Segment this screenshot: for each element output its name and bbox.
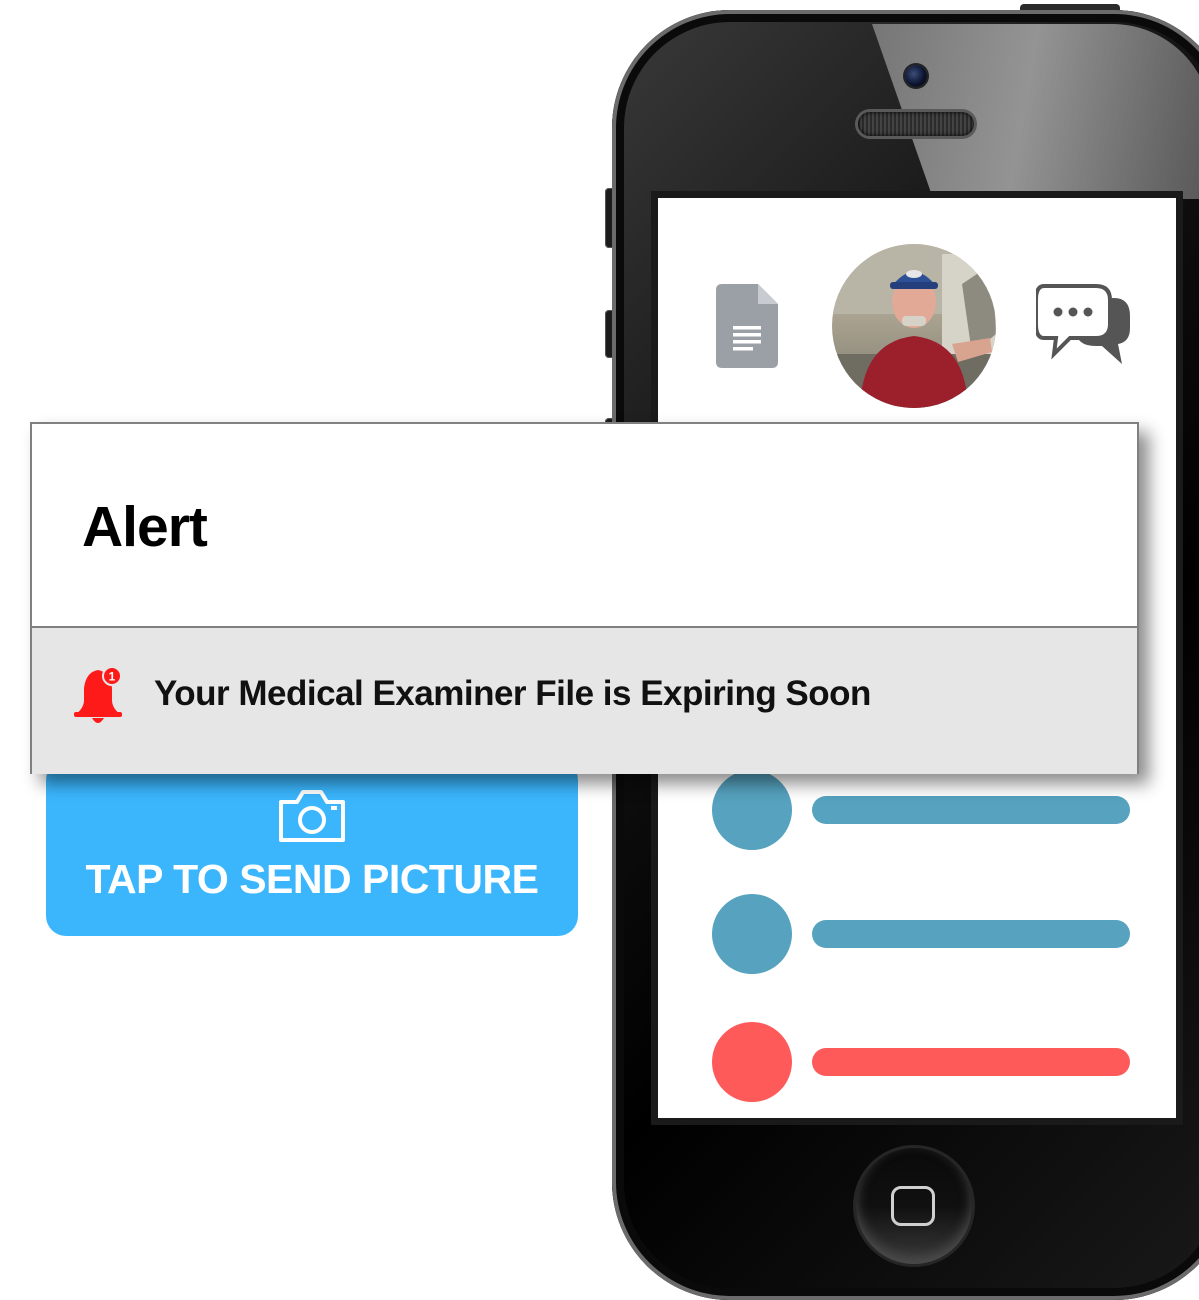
alert-dialog: Alert 1 Your Medical Examiner File is Ex… — [30, 422, 1139, 774]
camera-icon — [279, 790, 345, 842]
list-item-2-bar — [812, 920, 1130, 948]
front-camera — [905, 65, 927, 87]
profile-avatar[interactable] — [832, 244, 996, 408]
send-picture-button[interactable]: TAP TO SEND PICTURE — [46, 760, 578, 936]
alert-message: Your Medical Examiner File is Expiring S… — [154, 674, 871, 713]
bell-icon: 1 — [74, 666, 122, 723]
home-button[interactable] — [856, 1148, 972, 1264]
list-item-3-dot — [712, 1022, 792, 1102]
list-item-1-dot — [712, 770, 792, 850]
list-item-2-dot — [712, 894, 792, 974]
send-picture-label: TAP TO SEND PICTURE — [85, 856, 539, 902]
alert-title: Alert — [82, 495, 208, 559]
phone-speaker — [858, 112, 974, 136]
list-item-3-bar — [812, 1048, 1130, 1076]
document-icon[interactable] — [716, 284, 778, 368]
list-item-1-bar — [812, 796, 1130, 824]
alert-notification-row[interactable]: 1 Your Medical Examiner File is Expiring… — [32, 626, 1137, 774]
chat-bubbles-icon[interactable] — [1036, 284, 1132, 368]
home-square-icon — [891, 1186, 935, 1226]
alert-badge-count: 1 — [109, 670, 116, 684]
profile-photo — [832, 244, 996, 408]
